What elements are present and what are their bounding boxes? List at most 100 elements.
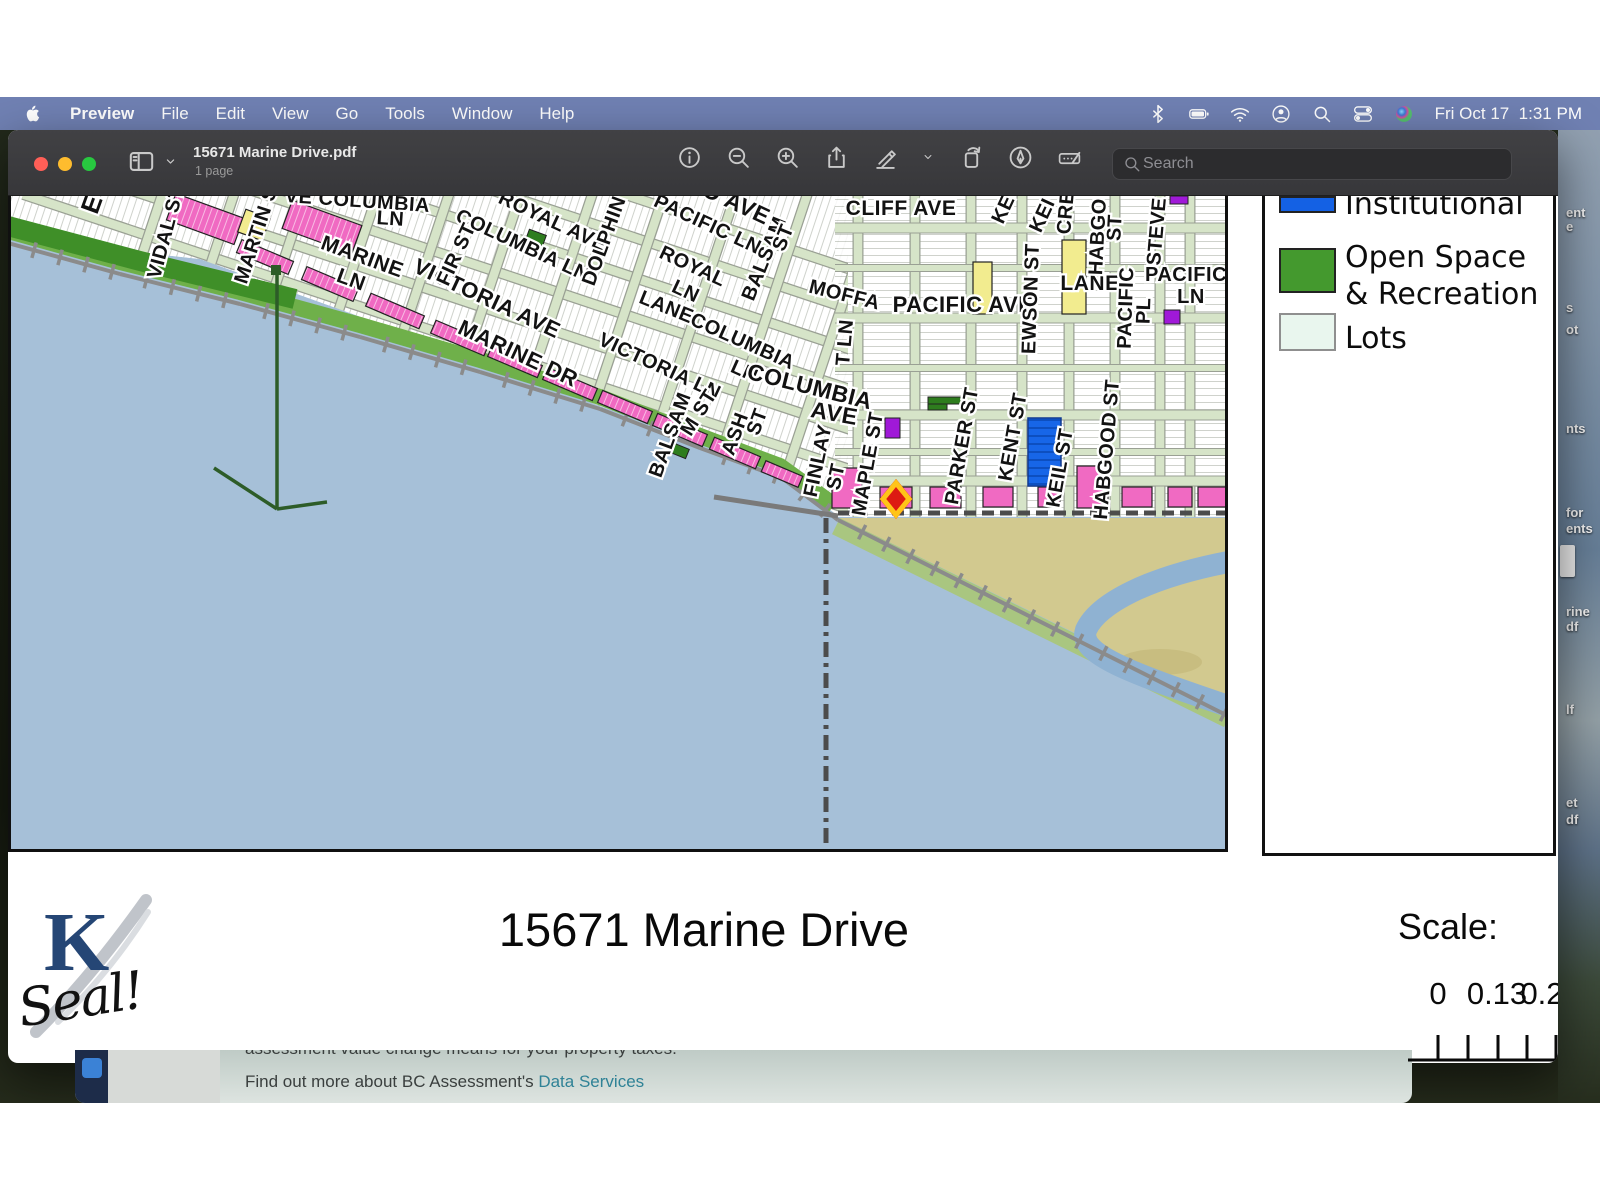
street-label: EWSON ST xyxy=(1018,243,1044,354)
browser-text-line: assessment value change means for your p… xyxy=(245,1050,677,1059)
menu-item-tools[interactable]: Tools xyxy=(385,104,425,124)
menu-item-view[interactable]: View xyxy=(272,104,309,124)
highlight-icon[interactable] xyxy=(872,144,898,170)
screenshot-stage: entesotntsforentsrinedflfetdf PreviewFil… xyxy=(0,0,1600,1200)
menu-clock[interactable]: Fri Oct 17 1:31 PM xyxy=(1435,104,1582,124)
menu-item-preview[interactable]: Preview xyxy=(70,104,134,124)
legend-label-1: Open Space & Recreation xyxy=(1345,239,1538,313)
zoom-out-icon xyxy=(726,145,751,170)
street-label: PL xyxy=(1133,297,1156,324)
battery-icon xyxy=(1189,104,1209,124)
battery-icon[interactable] xyxy=(1189,104,1209,124)
user-icon[interactable] xyxy=(1271,104,1291,124)
highlight-icon xyxy=(873,145,898,170)
scale-number: 0.2 xyxy=(1520,976,1558,1012)
minimize-button[interactable] xyxy=(58,157,72,171)
desktop-file-label: ot xyxy=(1566,322,1578,337)
scale-bar xyxy=(1400,1028,1558,1062)
bluetooth-icon[interactable] xyxy=(1148,104,1168,124)
window-titlebar[interactable]: 15671 Marine Drive.pdf 1 page xyxy=(8,130,1558,196)
pdf-page-title: 15671 Marine Drive xyxy=(398,902,1010,957)
apple-logo[interactable] xyxy=(24,104,43,123)
menu-items: Preview File Edit View Go Tools Window Help xyxy=(0,104,574,124)
legend-swatch-2 xyxy=(1279,313,1336,351)
signature-icon[interactable] xyxy=(1056,144,1082,170)
chevron-down-icon xyxy=(163,154,178,169)
wifi-icon[interactable] xyxy=(1230,104,1250,124)
chevron-down-icon[interactable] xyxy=(921,144,935,170)
siri-icon xyxy=(1394,104,1414,124)
menu-item-window[interactable]: Window xyxy=(452,104,512,124)
map-legend: InstitutionalOpen Space & RecreationLots xyxy=(1262,195,1556,856)
close-button[interactable] xyxy=(34,157,48,171)
street-label: ST xyxy=(1103,214,1126,242)
desktop-file-label: ents xyxy=(1566,521,1593,536)
menu-bar: Preview File Edit View Go Tools Window Help Fri… xyxy=(0,97,1600,130)
scale-number: 0.13 xyxy=(1467,976,1527,1012)
sidebar-icon[interactable] xyxy=(128,148,155,175)
browser-text-line2: Find out more about BC Assessment's Data… xyxy=(245,1072,644,1092)
document-title: 15671 Marine Drive.pdf xyxy=(193,144,356,161)
status-icons xyxy=(1148,104,1414,124)
markup-icon[interactable] xyxy=(1007,144,1033,170)
street-label: PACIFIC xyxy=(1145,264,1227,286)
control-center-icon[interactable] xyxy=(1353,104,1373,124)
share-icon[interactable] xyxy=(823,144,849,170)
menu-status-area: Fri Oct 17 1:31 PM xyxy=(1148,104,1600,124)
data-services-link[interactable]: Data Services xyxy=(538,1072,644,1091)
zoom-in-icon xyxy=(775,145,800,170)
scale-number: 0 xyxy=(1429,976,1446,1012)
desktop-file-label: rine xyxy=(1566,604,1590,619)
zoom-out-icon[interactable] xyxy=(725,144,751,170)
apple-logo xyxy=(24,104,43,123)
chevron-down-icon[interactable] xyxy=(163,154,178,169)
zoom-in-icon[interactable] xyxy=(774,144,800,170)
search-icon[interactable] xyxy=(1312,104,1332,124)
chevron-down-icon xyxy=(921,150,935,164)
zoning-map: EVIDAL STMARTIN STVE COLUMBIALNROYAL AVE… xyxy=(8,195,1228,852)
bluetooth-icon xyxy=(1148,104,1168,124)
toolbar-icons xyxy=(676,144,1082,170)
desktop-file-label: nts xyxy=(1566,421,1586,436)
menu-item-help[interactable]: Help xyxy=(539,104,574,124)
menu-item-edit[interactable]: Edit xyxy=(216,104,245,124)
menu-item-file[interactable]: File xyxy=(161,104,188,124)
scale-label: Scale: xyxy=(1358,906,1538,948)
desktop-file-icon[interactable] xyxy=(1560,545,1575,577)
zoom-button[interactable] xyxy=(82,157,96,171)
info-icon xyxy=(677,145,702,170)
info-icon[interactable] xyxy=(676,144,702,170)
street-label: CLIFF AVE xyxy=(846,197,957,220)
control-center-icon xyxy=(1353,104,1373,124)
search-field[interactable] xyxy=(1112,148,1512,180)
siri-icon[interactable] xyxy=(1394,104,1414,124)
background-browser-window: assessment value change means for your p… xyxy=(75,1050,1412,1103)
menu-item-go[interactable]: Go xyxy=(336,104,359,124)
document-page-count: 1 page xyxy=(195,164,233,178)
desktop-file-label: for xyxy=(1566,505,1583,520)
desktop: entesotntsforentsrinedflfetdf PreviewFil… xyxy=(0,97,1600,1103)
desktop-file-label: e xyxy=(1566,219,1573,234)
street-label: PACIFIC AVE xyxy=(893,292,1034,317)
desktop-file-label: ent xyxy=(1566,205,1586,220)
desktop-file-label: et xyxy=(1566,795,1578,810)
legend-swatch-1 xyxy=(1279,248,1336,293)
street-label: LN xyxy=(376,207,405,231)
desktop-file-label: s xyxy=(1566,300,1573,315)
browser-text: Find out more about BC Assessment's xyxy=(245,1072,538,1091)
preview-window: EVIDAL STMARTIN STVE COLUMBIALNROYAL AVE… xyxy=(8,130,1558,1063)
markup-icon xyxy=(1008,145,1033,170)
street-label: CRE xyxy=(1053,195,1079,235)
search-icon xyxy=(1123,155,1141,173)
legend-swatch-0 xyxy=(1279,196,1336,213)
sidebar-icon xyxy=(128,148,155,175)
legend-label-2: Lots xyxy=(1345,321,1407,357)
search-icon xyxy=(1123,155,1141,173)
company-logo: K Seal! xyxy=(8,882,186,1062)
sidebar-control[interactable] xyxy=(128,148,178,175)
desktop-wallpaper: entesotntsforentsrinedflfetdf xyxy=(1558,97,1600,1103)
street-label: LN xyxy=(1177,286,1205,308)
search-input[interactable] xyxy=(1141,154,1465,174)
rotate-icon[interactable] xyxy=(958,144,984,170)
search-icon xyxy=(1312,104,1332,124)
